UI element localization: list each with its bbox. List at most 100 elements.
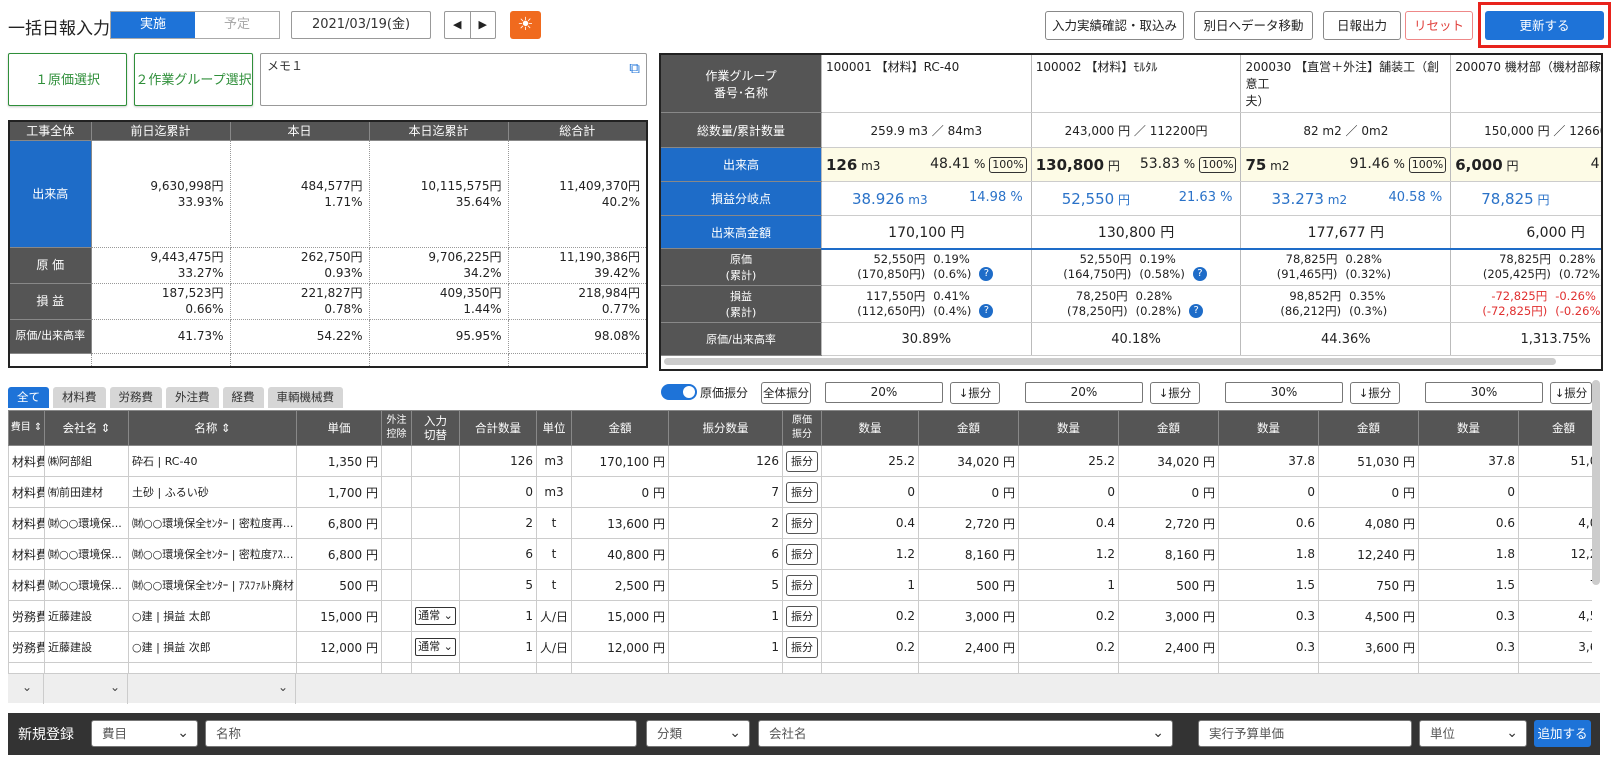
cost-alloc-toggle[interactable]	[661, 384, 697, 400]
pct-100-button[interactable]: 100%	[1199, 157, 1237, 173]
alloc-pct-input[interactable]: 30%	[1425, 382, 1543, 403]
cell-g-amount: 12,240 円	[1318, 538, 1419, 570]
prev-day-icon[interactable]: ◀	[445, 12, 471, 38]
cell-cat: 労務費	[8, 600, 45, 632]
new-company-select[interactable]: 会社名 ⌄	[758, 720, 1173, 747]
table-row[interactable]: 労務費 近藤建設 ○建 | 損益 太郎 15,000 円通常 ⌄ 1 人/日 15,000 …	[8, 600, 1592, 632]
new-unit-select[interactable]: 単位 ⌄	[1419, 720, 1527, 747]
tab-material[interactable]: 材料費	[53, 387, 106, 408]
col-cat[interactable]: 費目 ⇕	[8, 410, 45, 446]
col-g-amount: 金額	[1118, 410, 1219, 446]
alloc-pct-input[interactable]: 20%	[825, 382, 943, 403]
alloc-button[interactable]: 振分	[786, 605, 818, 627]
new-kind-select[interactable]: 分類 ⌄	[646, 720, 750, 747]
summary-cell: 218,984円 0.77%	[507, 282, 648, 320]
dekidaka-value[interactable]: 75 m2 91.46 % 100%	[1240, 147, 1452, 182]
tab-labor[interactable]: 労務費	[109, 387, 162, 408]
dekidaka-value[interactable]: 126 m3 48.41 % 100%	[821, 147, 1032, 182]
new-name-input[interactable]: 名称	[205, 720, 637, 747]
alloc-down-button[interactable]: ↓振分	[1150, 382, 1200, 404]
alloc-down-button[interactable]: ↓振分	[1350, 382, 1400, 404]
cell-company: ㈶○○環境保...	[44, 538, 129, 570]
cost-select-button[interactable]: １原価選択	[8, 53, 127, 106]
cell-g-amount: 8,160 円	[1118, 538, 1219, 570]
help-icon[interactable]: ?	[979, 304, 994, 318]
weather-sun-icon[interactable]: ☀	[510, 11, 541, 39]
mode-segment[interactable]: 実施 予定	[110, 11, 280, 39]
alloc-down-button[interactable]: ↓振分	[950, 382, 1000, 404]
all-alloc-button[interactable]: 全体振分	[761, 382, 811, 404]
tab-expense[interactable]: 経費	[222, 387, 264, 408]
table-row[interactable]: 材料費 ㈶○○環境保... ㈶○○環境保全ｾﾝﾀｰ | ｱｽﾌｧﾙﾄ廃材 500 円5…	[8, 569, 1592, 601]
help-icon[interactable]: ?	[1189, 304, 1204, 318]
breakeven-label: 損益分岐点	[661, 181, 822, 216]
next-day-icon[interactable]: ▶	[471, 12, 496, 38]
alloc-down-button[interactable]: ↓振分	[1550, 382, 1592, 404]
amount-value: 170,100 円	[821, 215, 1032, 250]
pct-100-button[interactable]: 100%	[989, 157, 1027, 173]
mode-plan-tab[interactable]: 予定	[195, 12, 279, 38]
company-filter[interactable]: ⌄	[44, 674, 128, 704]
cell-g-qty: 0.2	[1018, 631, 1119, 663]
memo-field[interactable]: メモ１ ⧉	[260, 53, 647, 106]
profit-value: 78,250円 0.28% (78,250円) (0.28%)?	[1031, 285, 1242, 323]
add-button[interactable]: 追加する	[1534, 720, 1591, 747]
vertical-scrollbar[interactable]	[1592, 380, 1600, 585]
cell-amount: 2,500 円	[571, 569, 669, 601]
dekidaka-value[interactable]: 6,000 円4 % 100%	[1450, 147, 1601, 182]
alloc-button[interactable]: 振分	[786, 636, 818, 658]
col-name[interactable]: 名称 ⇕	[128, 410, 297, 446]
move-data-button[interactable]: 別日へデータ移動	[1194, 11, 1313, 40]
cell-amount: 40,800 円	[571, 538, 669, 570]
report-output-button[interactable]: 日報出力	[1323, 11, 1401, 40]
alloc-pct-input[interactable]: 30%	[1225, 382, 1343, 403]
summary-cell: 9,630,998円 33.93%	[90, 139, 231, 248]
cell-g-amount: 500 円	[1118, 569, 1219, 601]
new-cat-select[interactable]: 費目 ⌄	[91, 720, 198, 747]
cell-qty: 1	[459, 600, 537, 632]
table-row[interactable]: 材料費 ㈲前田建材 土砂 | ふるい砂 1,700 円 0 m3 0 円 7 振分 0 0 円00 …	[8, 476, 1592, 508]
breakeven-value: 52,550 円 21.63 %	[1031, 181, 1242, 216]
mode-select[interactable]: 通常 ⌄	[415, 607, 456, 625]
cell-qty: 5	[459, 569, 537, 601]
table-row[interactable]: 材料費 ㈱阿部組 砕石 | RC-40 1,350 円 126 m3 170,100 円 12…	[8, 445, 1592, 477]
dekidaka-value[interactable]: 130,800 円 53.83 % 100%	[1031, 147, 1242, 182]
dekidaka-label: 出来高	[661, 147, 822, 182]
confirm-import-button[interactable]: 入力実績確認・取込み	[1045, 11, 1184, 40]
tab-vehicle[interactable]: 車輌機械費	[267, 387, 343, 408]
external-link-icon[interactable]: ⧉	[629, 59, 640, 77]
alloc-button[interactable]: 振分	[786, 512, 818, 534]
summary-header: 本日迄累計	[368, 120, 509, 141]
alloc-button[interactable]: 振分	[786, 543, 818, 565]
horizontal-scrollbar[interactable]	[664, 358, 1556, 365]
mode-actual-tab[interactable]: 実施	[111, 12, 195, 38]
help-icon[interactable]: ?	[979, 267, 994, 282]
help-icon[interactable]: ?	[1192, 267, 1207, 282]
table-row[interactable]: 材料費 ㈶○○環境保... ㈶○○環境保全ｾﾝﾀｰ | 密粒度ｱｽ... 6,800 …	[8, 538, 1592, 570]
alloc-button[interactable]: 振分	[786, 481, 818, 503]
cell-name: ㈶○○環境保全ｾﾝﾀｰ | 密粒度ｱｽ...	[128, 538, 297, 570]
col-g-qty: 数量	[1018, 410, 1119, 446]
cat-filter[interactable]: ⌄	[8, 674, 44, 704]
cell-amount: 13,600 円	[571, 507, 669, 539]
mode-select[interactable]: 通常 ⌄	[415, 638, 456, 656]
cell-g-amount	[1518, 476, 1592, 508]
tab-outsource[interactable]: 外注費	[166, 387, 219, 408]
col-company[interactable]: 会社名 ⇕	[44, 410, 129, 446]
reset-button[interactable]: リセット	[1405, 11, 1473, 40]
group-select-button[interactable]: ２作業グループ選択	[134, 53, 253, 106]
cell-amount: 0 円	[571, 476, 669, 508]
cell-g-qty: 0	[821, 476, 919, 508]
date-picker[interactable]: 2021/03/19(金)	[291, 11, 431, 39]
new-budget-input[interactable]: 実行予算単価	[1198, 720, 1412, 747]
tab-all[interactable]: 全て	[8, 387, 49, 408]
alloc-button[interactable]: 振分	[786, 574, 818, 596]
alloc-pct-input[interactable]: 20%	[1025, 382, 1143, 403]
cell-g-amount: 3,60	[1518, 631, 1592, 663]
pct-100-button[interactable]: 100%	[1408, 157, 1447, 173]
summary-table: 工事全体 前日迄累計 本日 本日迄累計 総合計 出来高 9,630,998円 33…	[8, 120, 648, 368]
table-row[interactable]: 材料費 ㈶○○環境保... ㈶○○環境保全ｾﾝﾀｰ | 密粒度再... 6,800 円…	[8, 507, 1592, 539]
alloc-button[interactable]: 振分	[786, 450, 818, 472]
name-filter[interactable]: ⌄	[128, 674, 296, 704]
table-row[interactable]: 労務費 近藤建設 ○建 | 損益 次郎 12,000 円通常 ⌄ 1 人/日 12,000 …	[8, 631, 1592, 663]
